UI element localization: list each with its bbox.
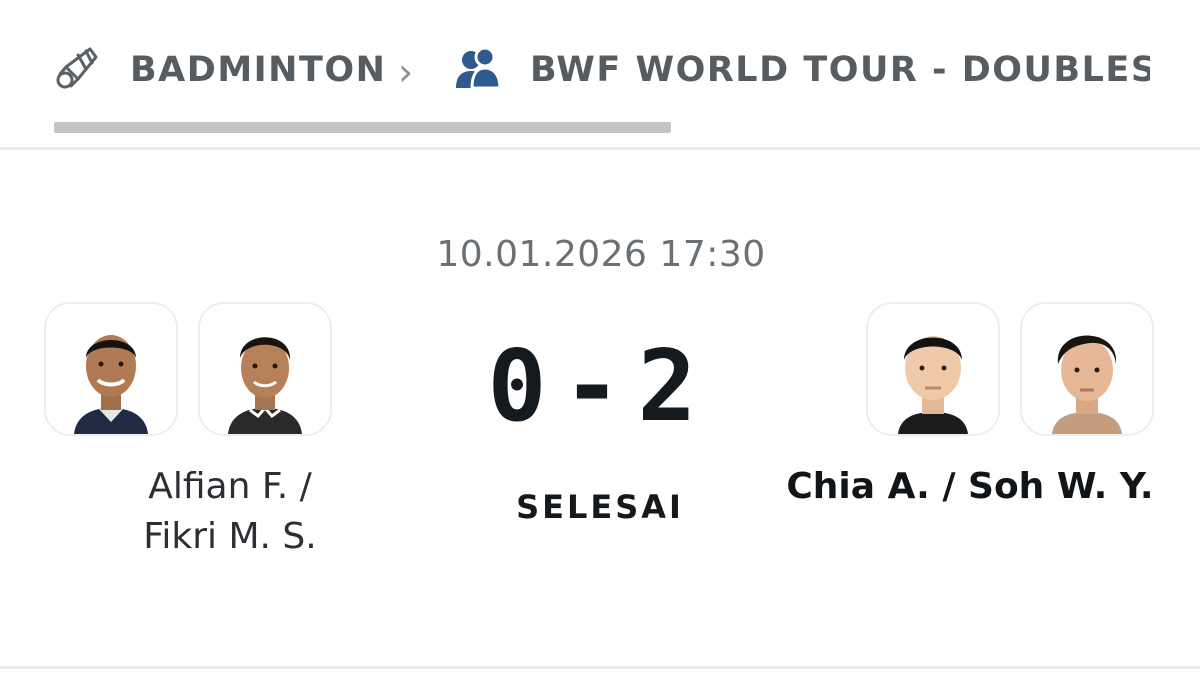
away-score: 2 [637,330,713,444]
doubles-players-icon [454,44,502,96]
shuttlecock-icon [52,43,102,97]
home-score: 0 [487,330,563,444]
away-player-1-avatar[interactable] [866,302,1000,436]
away-player-2-avatar[interactable] [1020,302,1154,436]
breadcrumb: BADMINTON › BWF WORLD TOUR - DOUBLES MEN [0,0,1200,150]
score-separator: - [562,330,638,444]
chevron-right-icon: › [398,50,414,94]
breadcrumb-sport-label: BADMINTON [130,50,387,90]
breadcrumb-sport-link[interactable]: BADMINTON [52,44,386,96]
section-divider [0,666,1200,669]
breadcrumb-competition-link[interactable]: BWF WORLD TOUR - DOUBLES MEN [454,44,1150,96]
horizontal-scroll-indicator[interactable] [54,122,671,133]
breadcrumb-competition-label: BWF WORLD TOUR - DOUBLES MEN [530,50,1150,90]
match-datetime: 10.01.2026 17:30 [436,234,766,275]
away-team-name[interactable]: Chia A. / Soh W. Y. [760,462,1180,512]
